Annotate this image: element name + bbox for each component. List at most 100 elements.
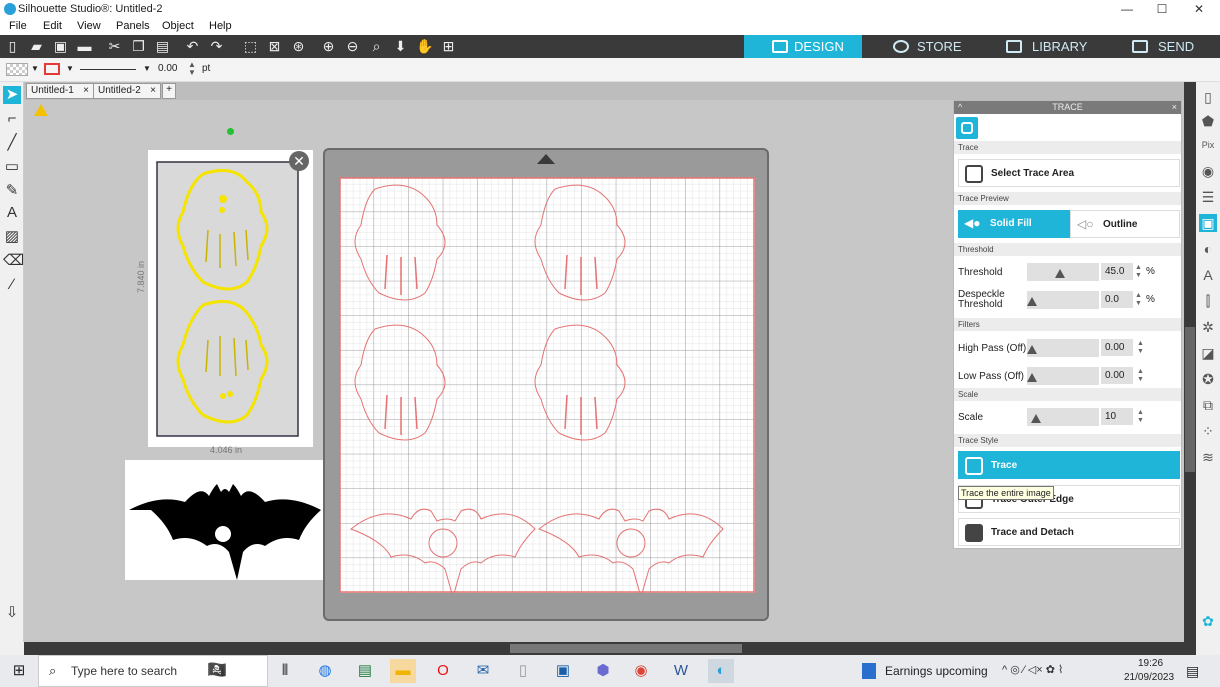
trace-button[interactable]: Trace xyxy=(958,451,1180,479)
pixscan-icon[interactable]: Pix xyxy=(1199,136,1217,154)
high-pass-knob[interactable] xyxy=(1027,345,1037,354)
open-file-icon[interactable]: ▰ xyxy=(28,38,45,55)
undo-icon[interactable]: ↶ xyxy=(184,38,201,55)
line-style-icon[interactable]: ☰ xyxy=(1199,188,1217,206)
news-label[interactable]: Earnings upcoming xyxy=(885,664,988,678)
fill-tool-icon[interactable]: ▨ xyxy=(3,228,21,246)
threshold-input[interactable]: 45.0 xyxy=(1101,263,1133,280)
save-icon[interactable]: ▣ xyxy=(52,38,69,55)
select-by-color-icon[interactable]: ⊛ xyxy=(290,38,307,55)
notification-icon[interactable]: ▤ xyxy=(1186,663,1199,680)
file-explorer-icon[interactable]: ▬ xyxy=(390,659,416,683)
cutting-mat[interactable] xyxy=(323,148,769,621)
app-icon[interactable]: ⬢ xyxy=(590,659,616,683)
despeckle-slider[interactable] xyxy=(1027,291,1099,309)
trace-panel-icon[interactable]: ▣ xyxy=(1199,214,1217,232)
select-all-icon[interactable]: ⬚ xyxy=(242,38,259,55)
task-view-icon[interactable]: ⫴ xyxy=(272,659,298,683)
modify-icon[interactable]: ◪ xyxy=(1199,344,1217,362)
low-pass-input[interactable]: 0.00 xyxy=(1101,367,1133,384)
menu-object[interactable]: Object xyxy=(162,20,194,32)
horizontal-scrollbar[interactable] xyxy=(24,642,1196,655)
close-icon[interactable]: × xyxy=(1172,101,1177,114)
tab-library[interactable]: LIBRARY xyxy=(1006,35,1116,58)
close-icon[interactable]: × xyxy=(150,85,156,96)
vertical-scroll-thumb[interactable] xyxy=(1185,327,1195,472)
close-window-button[interactable]: ✕ xyxy=(1182,0,1216,19)
scale-input[interactable]: 10 xyxy=(1101,408,1133,425)
threshold-slider[interactable] xyxy=(1027,263,1099,281)
line-width-input[interactable]: 0.00 xyxy=(158,63,177,74)
zoom-out-icon[interactable]: ⊖ xyxy=(344,38,361,55)
threshold-knob[interactable] xyxy=(1055,269,1065,278)
outline-button[interactable]: ◁○ Outline xyxy=(1070,210,1180,238)
chevron-down-icon[interactable]: ▼ xyxy=(66,64,74,73)
doc-tab-untitled-1[interactable]: Untitled-1 × xyxy=(26,83,94,99)
warning-icon[interactable] xyxy=(34,104,48,116)
threshold-stepper[interactable]: ▲ ▼ xyxy=(1135,264,1143,280)
help-icon[interactable]: ✿ xyxy=(1199,612,1217,630)
news-icon[interactable] xyxy=(862,663,876,679)
select-tool-icon[interactable]: ➤ xyxy=(3,86,21,104)
clock-date[interactable]: 21/09/2023 xyxy=(1124,672,1174,683)
print-icon[interactable]: ▬ xyxy=(76,38,93,55)
maximize-button[interactable]: ☐ xyxy=(1145,0,1179,19)
shape-tool-icon[interactable]: ▭ xyxy=(3,158,21,176)
new-file-icon[interactable]: ▯ xyxy=(4,38,21,55)
tab-send[interactable]: SEND xyxy=(1132,35,1220,58)
edge-icon[interactable]: ◍ xyxy=(312,659,338,683)
offset-icon[interactable]: ✪ xyxy=(1199,370,1217,388)
text-tool-icon[interactable]: A xyxy=(3,204,21,222)
scale-knob[interactable] xyxy=(1031,414,1041,423)
menu-edit[interactable]: Edit xyxy=(43,20,62,32)
mail-icon[interactable]: ✉ xyxy=(470,659,496,683)
close-icon[interactable]: ✕ xyxy=(289,151,309,171)
trace-and-detach-button[interactable]: Trace and Detach xyxy=(958,518,1180,546)
silhouette-app-icon[interactable]: ◐ xyxy=(708,659,734,683)
scale-stepper[interactable]: ▲ ▼ xyxy=(1137,409,1145,425)
excel-icon[interactable]: ▤ xyxy=(352,659,378,683)
select-trace-area-button[interactable]: Select Trace Area xyxy=(958,159,1180,187)
high-pass-slider[interactable] xyxy=(1027,339,1099,357)
cut-icon[interactable]: ✂ xyxy=(106,38,123,55)
rhinestone-icon[interactable]: ⁘ xyxy=(1199,422,1217,440)
zoom-select-icon[interactable]: ⌕ xyxy=(368,38,385,55)
menu-help[interactable]: Help xyxy=(209,20,232,32)
word-icon[interactable]: W xyxy=(668,659,694,683)
store-app-icon[interactable]: ▣ xyxy=(550,659,576,683)
eraser-tool-icon[interactable]: ⌫ xyxy=(3,252,24,270)
fill-panel-icon[interactable]: ◉ xyxy=(1199,162,1217,180)
menu-file[interactable]: File xyxy=(9,20,27,32)
horizontal-scroll-thumb[interactable] xyxy=(510,644,742,653)
opera-icon[interactable]: O xyxy=(430,659,456,683)
sketch-icon[interactable]: ≋ xyxy=(1199,448,1217,466)
chrome-icon[interactable]: ◉ xyxy=(628,659,654,683)
document-icon[interactable]: ▯ xyxy=(510,659,536,683)
zoom-in-icon[interactable]: ⊕ xyxy=(320,38,337,55)
system-tray-icons[interactable]: ^ ◎ ⁄ ◁× ✿ ⌇ xyxy=(1002,663,1120,676)
solid-fill-button[interactable]: ◀● Solid Fill xyxy=(958,210,1070,238)
taskbar-search[interactable]: ⌕ Type here to search 🏴‍☠️ xyxy=(38,655,268,687)
line-tool-icon[interactable]: ╱ xyxy=(3,134,21,152)
align-icon[interactable]: ⫿ xyxy=(1199,292,1217,310)
high-pass-input[interactable]: 0.00 xyxy=(1101,339,1133,356)
fill-swatch[interactable] xyxy=(6,63,28,76)
windows-start-icon[interactable]: ⊞ xyxy=(6,659,32,683)
bat-image[interactable] xyxy=(125,460,323,580)
close-icon[interactable]: × xyxy=(83,85,89,96)
fit-page-icon[interactable]: ⊞ xyxy=(440,38,457,55)
replicate-icon[interactable]: ⧉ xyxy=(1199,396,1217,414)
line-color-swatch[interactable] xyxy=(44,63,60,75)
despeckle-knob[interactable] xyxy=(1027,297,1037,306)
text-style-icon[interactable]: A xyxy=(1199,266,1217,284)
line-style-preview[interactable] xyxy=(80,69,136,70)
high-pass-stepper[interactable]: ▲ ▼ xyxy=(1137,340,1145,356)
vertical-scrollbar[interactable] xyxy=(1184,82,1196,642)
low-pass-slider[interactable] xyxy=(1027,367,1099,385)
deselect-icon[interactable]: ⊠ xyxy=(266,38,283,55)
selected-image-frame[interactable]: ✕ xyxy=(148,150,313,447)
scale-slider[interactable] xyxy=(1027,408,1099,426)
paste-icon[interactable]: ▤ xyxy=(154,38,171,55)
low-pass-stepper[interactable]: ▲ ▼ xyxy=(1137,368,1145,384)
minimize-button[interactable]: — xyxy=(1110,0,1144,19)
